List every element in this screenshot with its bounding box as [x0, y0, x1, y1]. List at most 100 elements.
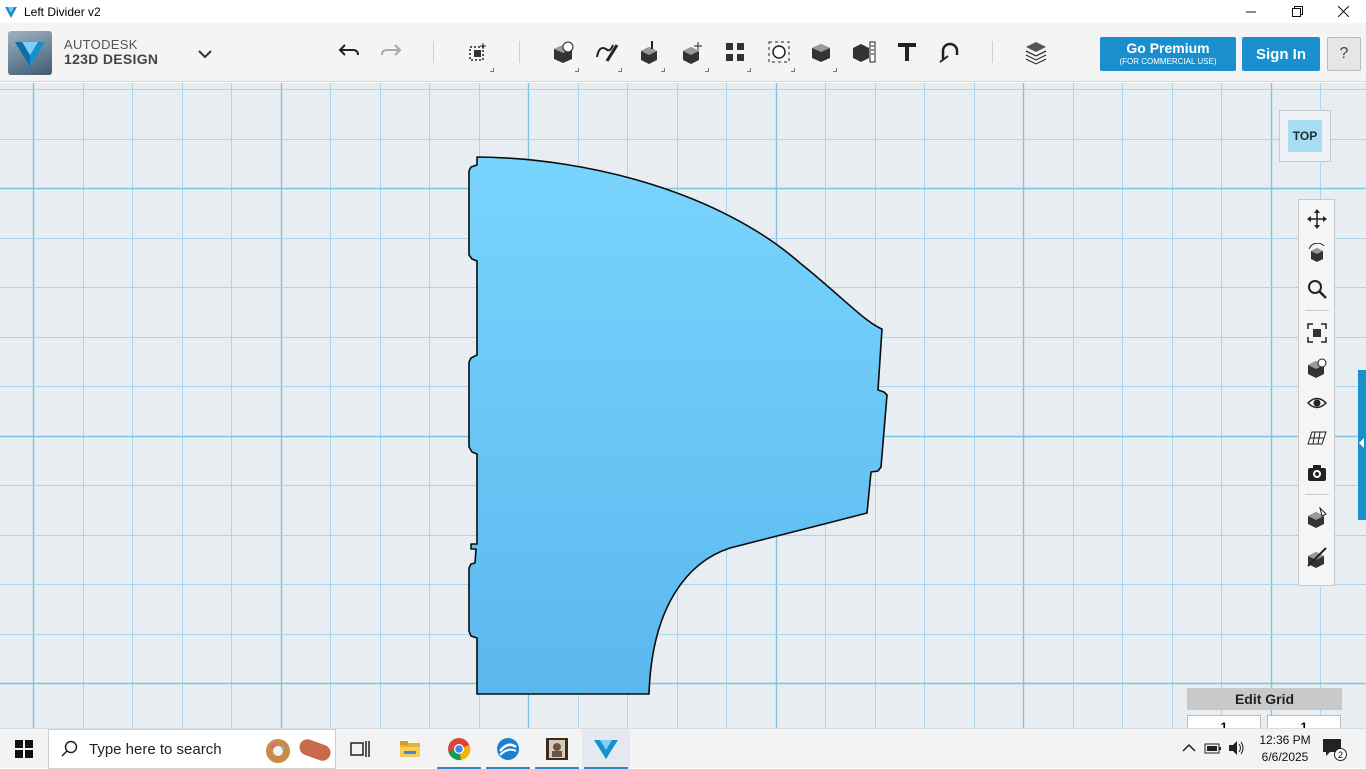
measure-icon [853, 41, 876, 63]
brand-line2: 123D DESIGN [64, 51, 159, 67]
search-icon [61, 740, 78, 757]
view-cube-top-face[interactable]: TOP [1288, 120, 1322, 152]
undo-button[interactable] [332, 35, 366, 69]
primitives-button[interactable] [546, 35, 580, 72]
premium-label: Go Premium [1126, 40, 1210, 56]
sketch-button[interactable] [589, 35, 623, 72]
primitives-icon [554, 41, 574, 63]
chevron-up-icon[interactable] [1182, 742, 1196, 752]
modify-button[interactable] [676, 35, 710, 72]
file-explorer-button[interactable] [386, 729, 434, 769]
app-menu-logo[interactable] [8, 31, 52, 75]
brand-text: AUTODESK 123D DESIGN [64, 37, 158, 67]
grid-icon [1307, 431, 1327, 445]
orbit-button[interactable] [1304, 241, 1330, 267]
group-icon [768, 41, 790, 63]
material-icon [1308, 506, 1327, 528]
sign-in-button[interactable]: Sign In [1242, 37, 1320, 71]
task-view-icon [350, 741, 370, 757]
materials-button[interactable] [1019, 35, 1053, 69]
minimize-icon [1246, 11, 1256, 12]
app-icon [497, 738, 519, 760]
help-button[interactable]: ? [1327, 37, 1361, 71]
3d-viewport[interactable]: TOP Edit Grid 1 1 [0, 83, 1366, 728]
clock-time: 12:36 PM [1259, 733, 1311, 747]
notification-count-badge: 2 [1334, 748, 1347, 761]
chevron-left-icon [1359, 438, 1364, 448]
close-icon [1337, 6, 1349, 17]
taskbar-clock[interactable]: 12:36 PM 6/6/2025 [1250, 732, 1320, 766]
window-title: Left Divider v2 [24, 4, 101, 19]
visibility-button[interactable] [1304, 390, 1330, 416]
left-divider-shape[interactable] [468, 156, 888, 695]
fit-button[interactable] [1304, 320, 1330, 346]
modify-icon [683, 42, 702, 64]
transform-button[interactable] [461, 35, 495, 72]
combine-button[interactable] [804, 35, 838, 72]
file-explorer-icon [400, 741, 420, 757]
notification-center-button[interactable]: 2 [1322, 737, 1347, 761]
volume-icon[interactable] [1228, 740, 1246, 756]
grid-toggle-button[interactable] [1304, 425, 1330, 451]
close-button[interactable] [1320, 0, 1366, 23]
123d-design-taskbar-button[interactable] [582, 729, 630, 769]
combine-icon [812, 44, 830, 62]
windows-taskbar: Type here to search 12:36 PM 6/6/2025 2 [0, 728, 1366, 769]
measure-button[interactable] [847, 35, 881, 69]
hide-icon [1307, 547, 1327, 568]
brand-line1: AUTODESK [64, 37, 138, 52]
views-icon [1308, 358, 1327, 378]
pattern-icon [726, 43, 744, 61]
side-panel-toggle[interactable] [1358, 370, 1366, 520]
taskbar-search[interactable]: Type here to search [48, 729, 336, 769]
hide-button[interactable] [1304, 544, 1330, 570]
design-canvas [468, 156, 888, 695]
pan-icon [1307, 209, 1327, 229]
premium-sublabel: (FOR COMMERCIAL USE) [1119, 57, 1217, 66]
transform-icon [469, 43, 486, 61]
start-button[interactable] [0, 729, 48, 769]
blue-app-button[interactable] [484, 729, 532, 769]
snapshot-button[interactable] [1304, 460, 1330, 486]
photo-app-button[interactable] [533, 729, 581, 769]
undo-icon [338, 44, 359, 56]
app-logo-icon [5, 6, 17, 18]
windows-logo-icon [15, 740, 33, 758]
minimize-button[interactable] [1228, 0, 1274, 23]
pan-button[interactable] [1304, 206, 1330, 232]
text-button[interactable] [890, 35, 924, 69]
snapshot-icon [1308, 465, 1326, 481]
battery-icon[interactable] [1204, 741, 1222, 755]
redo-button[interactable] [374, 35, 408, 69]
chrome-icon [448, 738, 471, 761]
construct-icon [641, 41, 657, 64]
construct-button[interactable] [632, 35, 666, 72]
chevron-down-icon[interactable] [196, 47, 214, 61]
snap-button[interactable] [933, 35, 967, 69]
orbit-icon [1308, 243, 1325, 262]
chrome-button[interactable] [435, 729, 483, 769]
pattern-button[interactable] [718, 35, 752, 72]
grid-snap-field[interactable]: 1 [1267, 715, 1341, 728]
restore-icon [1291, 6, 1303, 17]
restore-button[interactable] [1274, 0, 1320, 23]
materials-icon [1025, 42, 1047, 65]
snap-icon [939, 42, 959, 63]
view-cube[interactable]: TOP [1279, 110, 1331, 162]
zoom-icon [1308, 280, 1327, 299]
navigation-bar [1298, 199, 1335, 586]
zoom-button[interactable] [1304, 276, 1330, 302]
edit-grid-button[interactable]: Edit Grid [1187, 688, 1342, 710]
fit-icon [1307, 323, 1327, 343]
go-premium-button[interactable]: Go Premium (FOR COMMERCIAL USE) [1100, 37, 1236, 71]
search-placeholder: Type here to search [89, 740, 222, 758]
grid-size-field[interactable]: 1 [1187, 715, 1261, 728]
sketch-icon [596, 44, 619, 62]
photo-app-icon [546, 738, 568, 760]
main-toolbar: AUTODESK 123D DESIGN Go Premium (FOR COM… [0, 23, 1366, 82]
material-button[interactable] [1304, 504, 1330, 530]
group-button[interactable] [762, 35, 796, 72]
task-view-button[interactable] [336, 729, 384, 769]
views-button[interactable] [1304, 355, 1330, 381]
title-bar: Left Divider v2 [0, 0, 1366, 23]
